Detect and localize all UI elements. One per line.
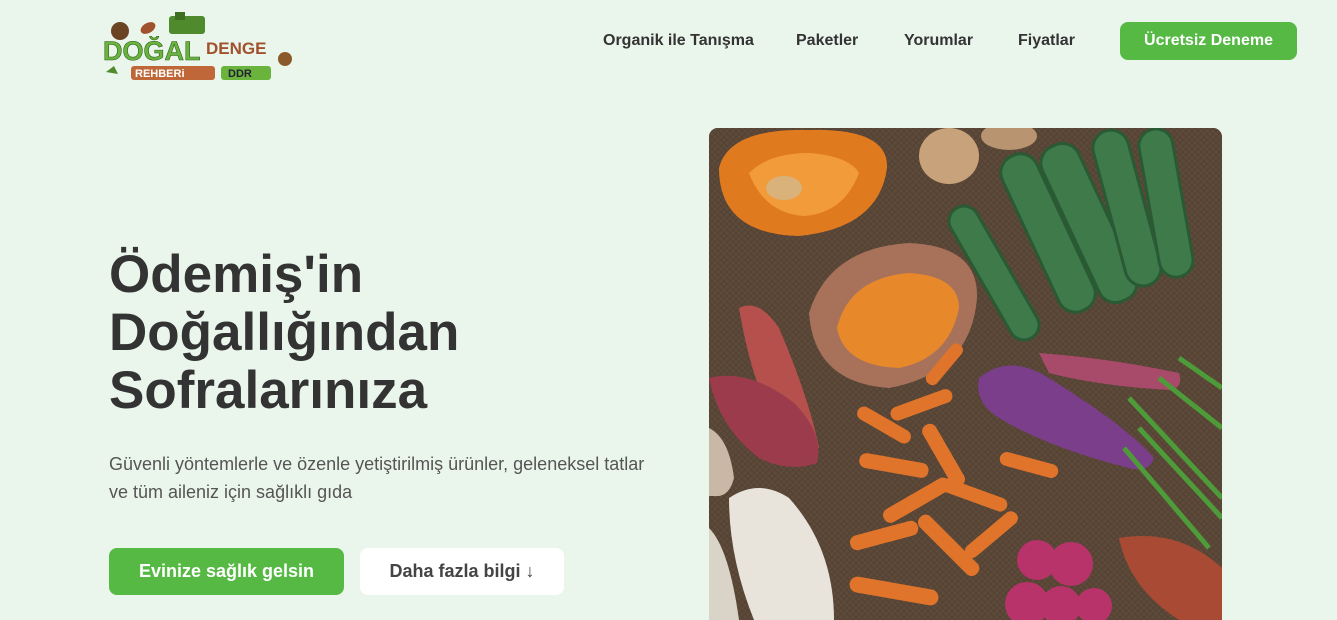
- hero-title-line: Doğallığından: [109, 303, 460, 362]
- nav-link-fiyatlar[interactable]: Fiyatlar: [1018, 22, 1075, 60]
- logo-word-ddr: DDR: [228, 68, 252, 80]
- hero-subtitle: Güvenli yöntemlerle ve özenle yetiştiril…: [109, 454, 645, 502]
- main-nav: Organik ile Tanışma Paketler Yorumlar Fi…: [0, 22, 1337, 60]
- hero-title-line: Ödemiş'in: [109, 245, 364, 304]
- free-trial-button[interactable]: Ücretsiz Deneme: [1120, 22, 1297, 60]
- nav-link-organik[interactable]: Organik ile Tanışma: [603, 22, 754, 60]
- logo-word-rehberi: REHBERi: [135, 68, 185, 80]
- hero-title-line: Sofralarınıza: [109, 361, 428, 420]
- nav-link-paketler[interactable]: Paketler: [796, 22, 858, 60]
- vegetables-photo: [709, 128, 1222, 620]
- primary-cta-button[interactable]: Evinize sağlık gelsin: [109, 548, 344, 595]
- learn-more-button[interactable]: Daha fazla bilgi ↓: [360, 548, 564, 595]
- nav-link-yorumlar[interactable]: Yorumlar: [904, 22, 973, 60]
- hero-title: Ödemiş'in Doğallığından Sofralarınıza: [109, 246, 669, 420]
